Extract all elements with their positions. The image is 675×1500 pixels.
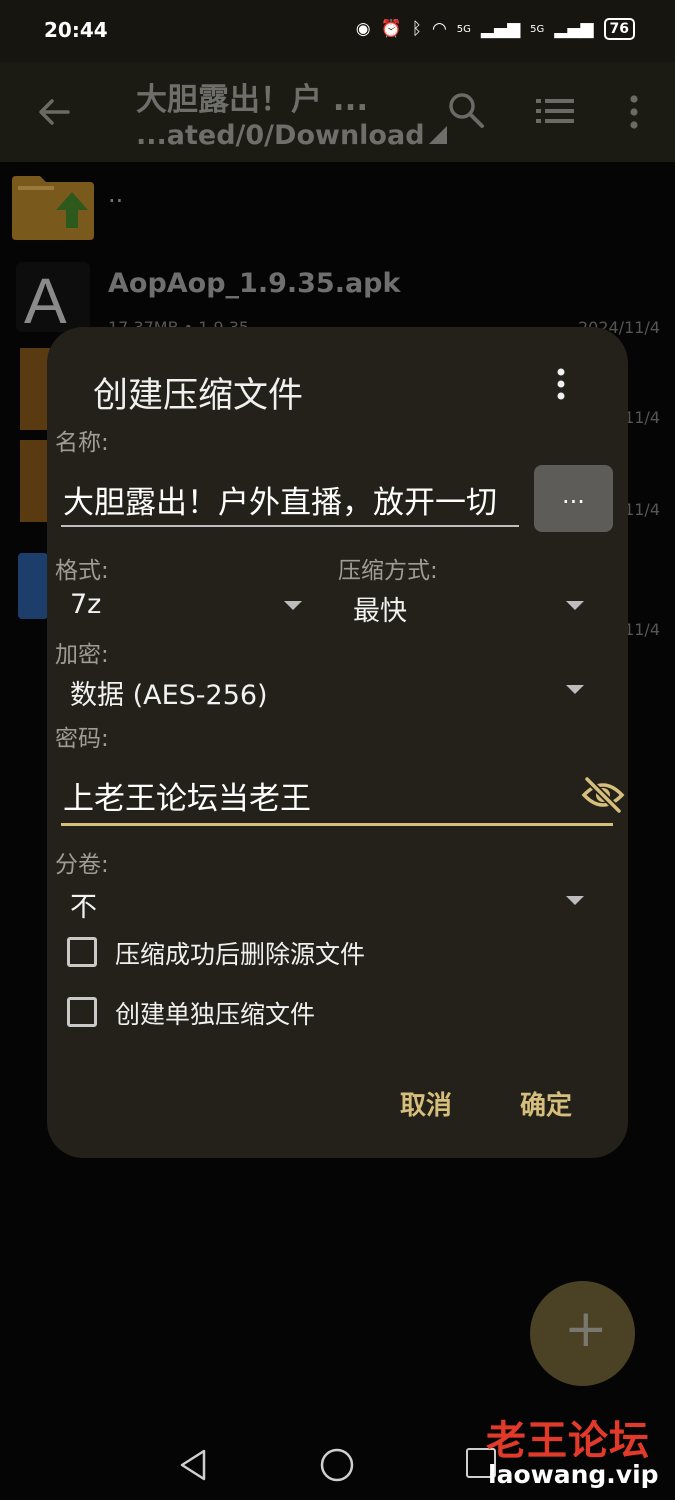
create-archive-dialog: 创建压缩文件 名称: 大胆露出！户外直播，放开一切 ... 格式: 压缩方式: …	[47, 327, 628, 1158]
apk-file-icon: A	[16, 262, 90, 337]
signal-icon-1: ▂▄▆	[480, 19, 521, 39]
network-type-2: 5G	[530, 23, 545, 35]
method-dropdown-icon	[566, 601, 584, 610]
eye-status-icon: ◉	[355, 19, 371, 39]
separate-archive-checkbox[interactable]	[67, 997, 97, 1027]
app-bar: 大胆露出！户 ... ...ated/0/Download	[0, 62, 675, 162]
back-arrow-icon[interactable]	[34, 92, 74, 132]
password-input[interactable]: 上老王论坛当老王	[61, 771, 625, 826]
dialog-title: 创建压缩文件	[93, 376, 304, 416]
status-bar: 20:44 ◉ ⏰ ᛒ ◠ 5G ▂▄▆ 5G ▂▄▆ 76	[0, 0, 675, 62]
add-fab-button[interactable]: +	[530, 1281, 635, 1386]
alarm-icon: ⏰	[380, 19, 402, 39]
archive-file-icon	[20, 348, 50, 430]
file-date: 11/4	[624, 500, 660, 519]
encryption-value: 数据 (AES-256)	[70, 680, 268, 711]
nav-back-icon[interactable]	[176, 1447, 212, 1483]
archive-file-icon	[20, 440, 50, 522]
split-dropdown-icon	[566, 896, 584, 905]
encryption-dropdown-icon	[566, 685, 584, 694]
split-label: 分卷:	[55, 852, 109, 878]
delete-source-label: 压缩成功后删除源文件	[115, 940, 366, 969]
browse-button[interactable]: ...	[534, 465, 613, 532]
dialog-more-icon[interactable]	[549, 365, 573, 405]
delete-source-checkbox[interactable]	[67, 937, 97, 967]
password-value: 上老王论坛当老王	[63, 781, 311, 817]
plus-icon: +	[564, 1299, 608, 1359]
file-date: 11/4	[624, 620, 660, 639]
file-name[interactable]: AopAop_1.9.35.apk	[108, 268, 400, 299]
battery-indicator: 76	[603, 18, 635, 40]
parent-folder-icon[interactable]	[12, 176, 94, 240]
file-date: 11/4	[624, 408, 660, 427]
network-type-1: 5G	[456, 23, 471, 35]
method-label: 压缩方式:	[338, 558, 438, 584]
format-dropdown-icon	[284, 601, 302, 610]
archive-name-input[interactable]: 大胆露出！户外直播，放开一切	[61, 467, 519, 527]
more-options-icon[interactable]	[620, 92, 648, 132]
name-label: 名称:	[55, 430, 109, 456]
visibility-off-icon[interactable]	[581, 775, 625, 815]
archive-name-value: 大胆露出！户外直播，放开一切	[63, 485, 497, 521]
watermark-title: 老王论坛	[486, 1418, 650, 1464]
cancel-button[interactable]: 取消	[400, 1085, 452, 1122]
media-file-icon	[18, 553, 48, 619]
parent-folder-label[interactable]: ..	[108, 180, 123, 208]
method-value: 最快	[353, 596, 407, 627]
search-icon[interactable]	[446, 90, 486, 130]
split-value: 不	[70, 892, 97, 923]
encryption-label: 加密:	[55, 642, 109, 668]
path-dropdown[interactable]: ...ated/0/Download	[136, 120, 447, 151]
separate-archive-label: 创建单独压缩文件	[115, 1000, 316, 1029]
format-label: 格式:	[55, 558, 109, 584]
signal-icon-2: ▂▄▆	[554, 19, 594, 39]
status-time: 20:44	[44, 18, 108, 42]
wifi-icon: ◠	[431, 19, 447, 39]
ok-button[interactable]: 确定	[520, 1085, 572, 1122]
bluetooth-icon: ᛒ	[411, 19, 422, 39]
password-label: 密码:	[55, 726, 109, 752]
view-list-icon[interactable]	[536, 94, 574, 128]
dropdown-triangle-icon	[428, 126, 447, 144]
nav-home-icon[interactable]	[318, 1446, 356, 1484]
current-path: ...ated/0/Download	[136, 120, 425, 151]
format-value: 7z	[70, 589, 102, 620]
watermark-url: laowang.vip	[488, 1460, 659, 1489]
status-icons: ◉ ⏰ ᛒ ◠ 5G ▂▄▆ 5G ▂▄▆ 76	[356, 18, 635, 40]
app-title: 大胆露出！户 ...	[136, 82, 369, 118]
